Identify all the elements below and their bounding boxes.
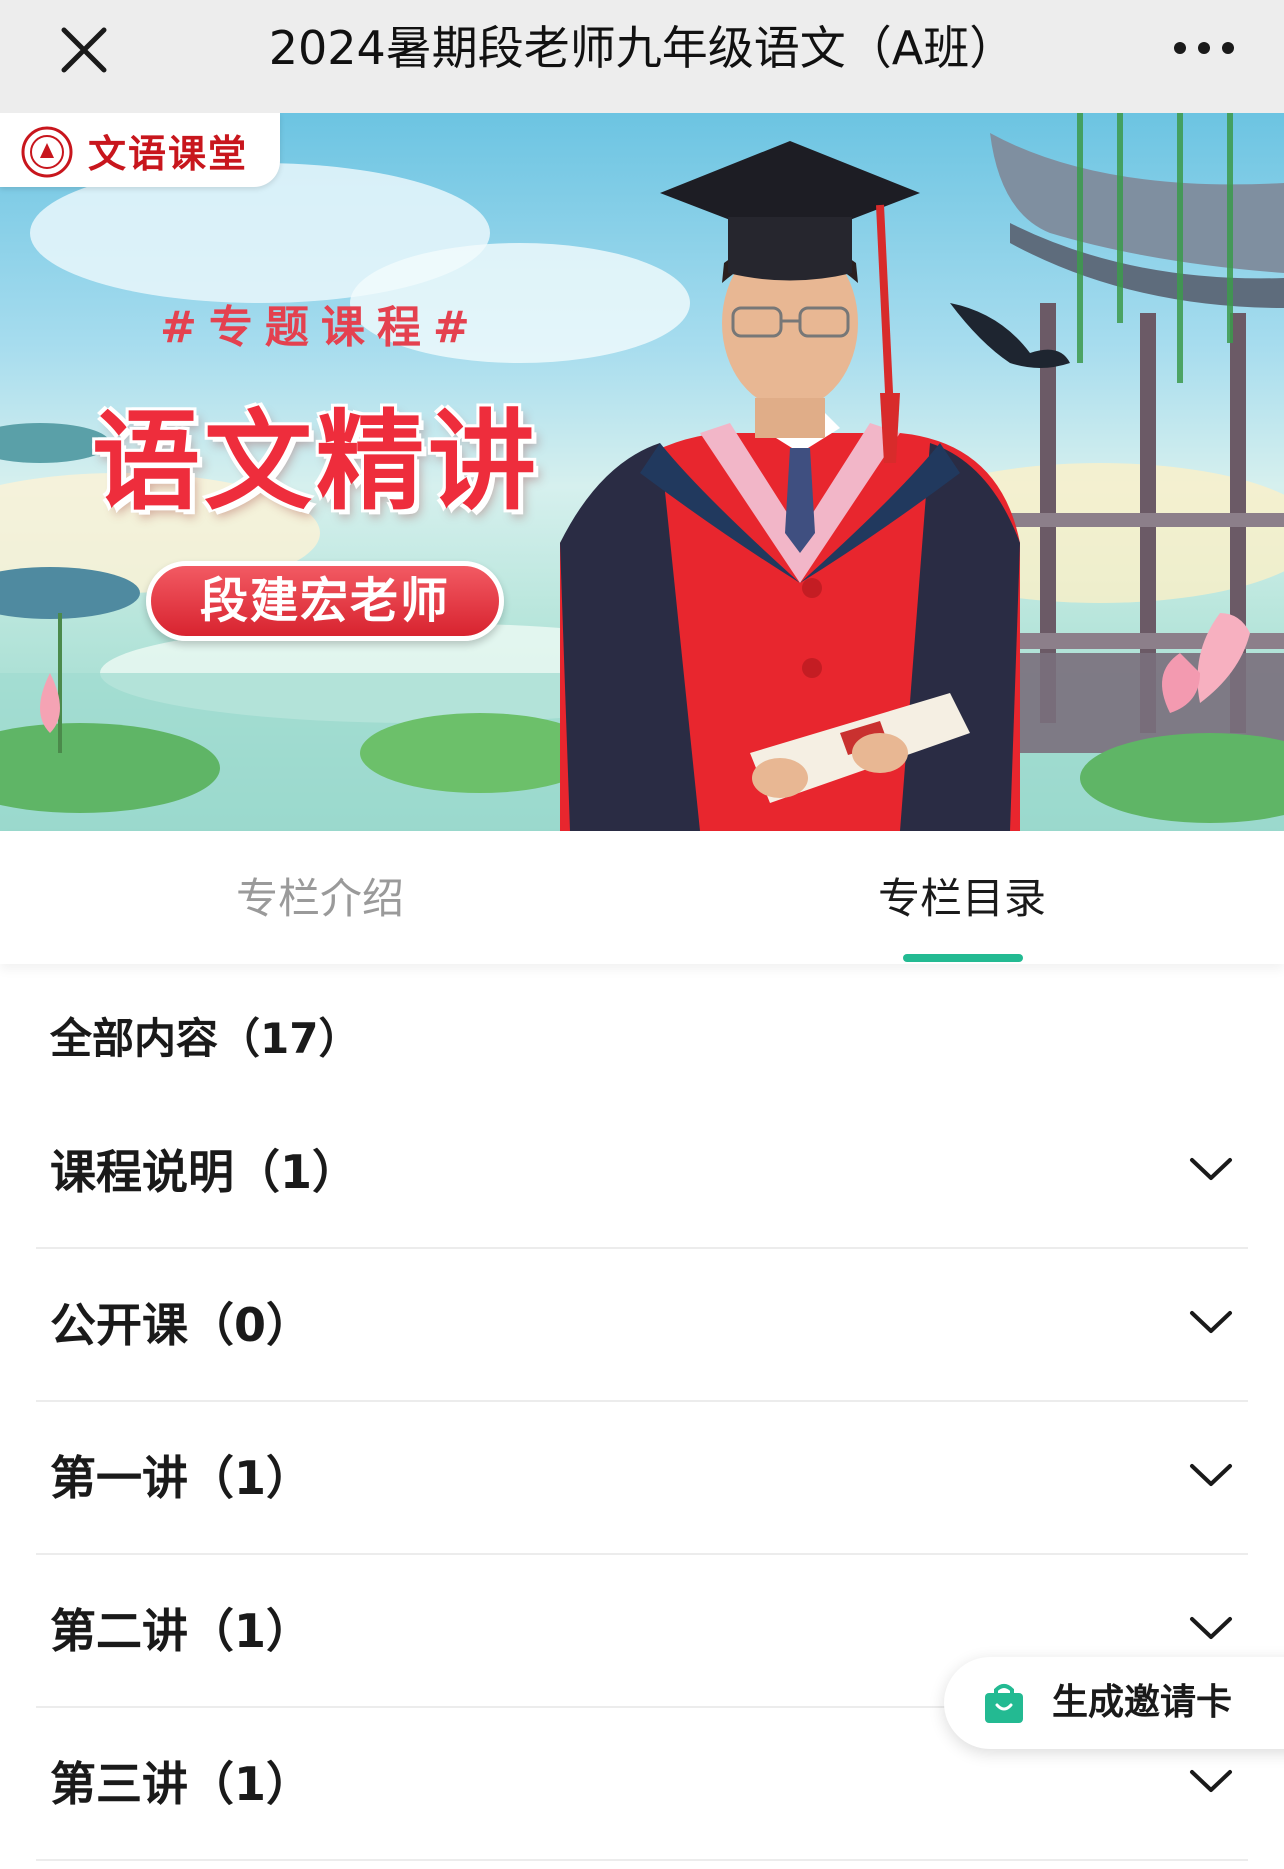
column-tabs: 专栏介绍 专栏目录	[0, 831, 1284, 964]
page-title: 2024暑期段老师九年级语文（A班）	[268, 21, 1016, 75]
catalog-section[interactable]: 公开课（0）	[36, 1249, 1248, 1402]
section-label: 第三讲（1）	[50, 1757, 313, 1811]
more-dots-icon[interactable]	[1164, 18, 1244, 78]
close-icon[interactable]	[52, 18, 116, 82]
chevron-down-icon[interactable]	[1188, 1305, 1234, 1339]
seal-icon	[21, 126, 73, 178]
tab-column-intro[interactable]: 专栏介绍	[160, 831, 480, 964]
active-tab-indicator	[903, 954, 1023, 962]
banner-main-title: 语文精讲	[92, 399, 541, 525]
catalog-section[interactable]: 第一讲（1）	[36, 1402, 1248, 1555]
course-banner: 文语课堂 #专题课程# 语文精讲 段建宏老师	[0, 113, 1284, 831]
shopping-bag-icon	[985, 1684, 1023, 1723]
topic-line: #专题课程#	[160, 302, 482, 353]
top-navigation-bar: 2024暑期段老师九年级语文（A班）	[0, 0, 1284, 113]
section-label: 课程说明（1）	[50, 1145, 359, 1199]
section-label: 第一讲（1）	[50, 1451, 313, 1505]
chevron-down-icon[interactable]	[1188, 1764, 1234, 1798]
section-label: 第二讲（1）	[50, 1604, 313, 1658]
brand-name: 文语课堂	[88, 131, 249, 176]
section-label: 公开课（0）	[50, 1298, 313, 1352]
chevron-down-icon[interactable]	[1188, 1152, 1234, 1186]
brand-logo: 文语课堂	[0, 113, 280, 187]
teacher-name-badge: 段建宏老师	[146, 561, 504, 641]
invite-button-label: 生成邀请卡	[1052, 1682, 1233, 1723]
tab-column-catalog[interactable]: 专栏目录	[802, 831, 1122, 964]
catalog-section[interactable]: 课程说明（1）	[36, 1096, 1248, 1249]
chevron-down-icon[interactable]	[1188, 1458, 1234, 1492]
chevron-down-icon[interactable]	[1188, 1611, 1234, 1645]
generate-invite-card-button[interactable]: 生成邀请卡	[944, 1657, 1284, 1749]
all-content-header: 全部内容（17）	[50, 1014, 361, 1063]
